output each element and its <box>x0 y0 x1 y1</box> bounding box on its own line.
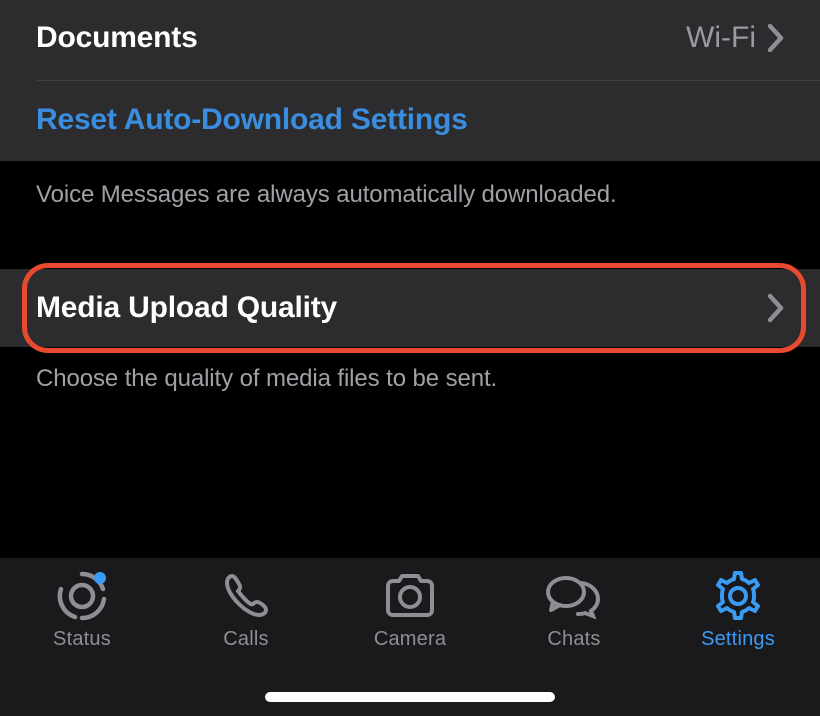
tab-status[interactable]: Status <box>2 570 162 651</box>
media-upload-section: Media Upload Quality <box>0 269 820 347</box>
media-upload-quality-row[interactable]: Media Upload Quality <box>0 269 820 347</box>
tab-settings[interactable]: Settings <box>658 570 818 651</box>
documents-label: Documents <box>36 21 198 55</box>
tab-calls-label: Calls <box>223 628 268 651</box>
voice-messages-note: Voice Messages are always automatically … <box>0 161 820 235</box>
tab-settings-label: Settings <box>701 628 775 651</box>
tab-camera[interactable]: Camera <box>330 570 490 651</box>
tab-chats-label: Chats <box>547 628 600 651</box>
chevron-right-icon <box>768 24 784 52</box>
reset-link-label: Reset Auto-Download Settings <box>36 103 468 136</box>
phone-icon <box>220 570 272 622</box>
tab-chats[interactable]: Chats <box>494 570 654 651</box>
documents-value-wrap: Wi-Fi <box>686 21 784 55</box>
documents-row[interactable]: Documents Wi-Fi <box>0 0 820 80</box>
tab-camera-label: Camera <box>374 628 446 651</box>
gear-icon <box>711 570 765 622</box>
camera-icon <box>381 570 439 622</box>
status-icon <box>55 570 109 622</box>
tab-status-label: Status <box>53 628 111 651</box>
documents-value: Wi-Fi <box>686 21 756 55</box>
auto-download-section: Documents Wi-Fi Reset Auto-Download Sett… <box>0 0 820 161</box>
media-upload-label: Media Upload Quality <box>36 291 337 325</box>
home-indicator[interactable] <box>265 692 555 702</box>
chevron-right-icon <box>768 294 784 322</box>
tab-bar: Status Calls Camera Chats <box>0 558 820 716</box>
chats-icon <box>543 570 605 622</box>
media-quality-note: Choose the quality of media files to be … <box>0 347 820 403</box>
tab-calls[interactable]: Calls <box>166 570 326 651</box>
reset-auto-download-row[interactable]: Reset Auto-Download Settings <box>0 81 820 161</box>
